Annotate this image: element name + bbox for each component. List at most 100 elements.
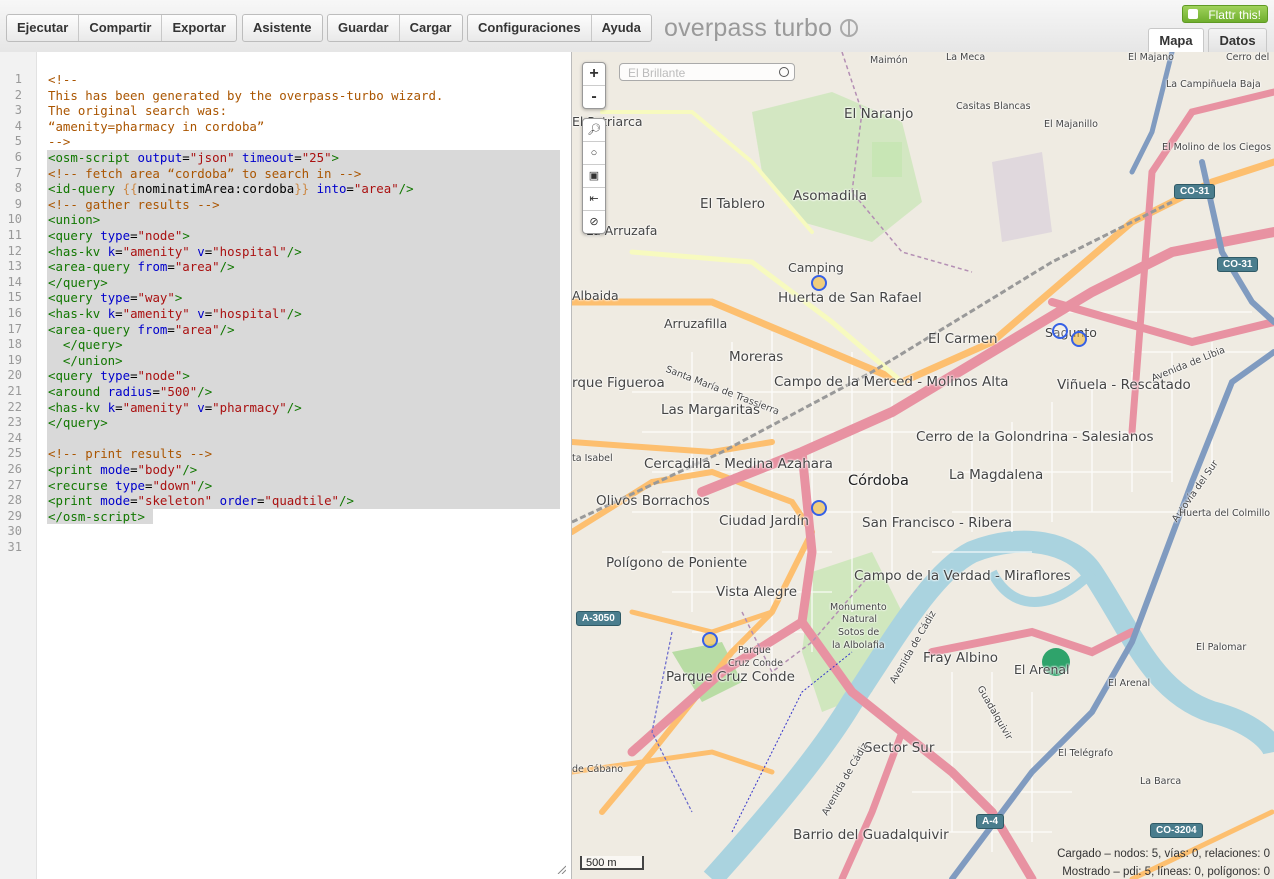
line-number: 20 — [7, 368, 22, 383]
line-number: 6 — [14, 150, 22, 164]
code-line[interactable]: <union> — [48, 212, 100, 228]
code-line[interactable]: <query type="node"> — [48, 368, 190, 384]
map-label: Cerro del — [1226, 52, 1270, 63]
code-line[interactable]: <has-kv k="amenity" v="hospital"/> — [48, 306, 302, 322]
locate-icon[interactable]: ○ — [583, 142, 605, 165]
flattr-button[interactable]: Flattr this! — [1182, 5, 1268, 23]
code-line[interactable]: <osm-script output="json" timeout="25"> — [48, 150, 339, 166]
code-line[interactable]: <around radius="500"/> — [48, 384, 212, 400]
code-line[interactable]: <print mode="skeleton" order="quadtile"/… — [48, 493, 354, 509]
code-line[interactable]: <area-query from="area"/> — [48, 259, 235, 275]
code-line[interactable]: <!-- fetch area “cordoba” to search in -… — [48, 166, 361, 182]
line-number: 3 — [14, 103, 22, 118]
map-label: El Majano — [1128, 52, 1174, 63]
code-line[interactable]: <!-- print results --> — [48, 446, 212, 462]
code-line[interactable]: <query type="node"> — [48, 228, 190, 244]
pharmacy-marker[interactable] — [1071, 331, 1087, 347]
code-line[interactable]: <recurse type="down"/> — [48, 478, 212, 494]
map-status: Cargado – nodos: 5, vías: 0, relaciones:… — [1057, 845, 1270, 879]
map-label: La Barca — [1140, 776, 1182, 787]
code-line[interactable]: </osm-script> — [48, 509, 145, 525]
line-number: 7 — [14, 165, 22, 180]
code-line[interactable]: </query> — [48, 275, 108, 291]
zoom-to-data-icon[interactable]: ⇤ — [583, 188, 605, 211]
map-label: Maimón — [870, 55, 908, 66]
pharmacy-marker[interactable] — [1052, 323, 1068, 339]
load-button[interactable]: Cargar — [400, 15, 462, 41]
code-line[interactable]: This has been generated by the overpass-… — [48, 88, 443, 104]
line-number: 24 — [7, 430, 22, 445]
map-search-input[interactable]: El Brillante — [619, 63, 795, 81]
logo-icon — [840, 19, 859, 37]
pharmacy-marker[interactable] — [702, 632, 718, 648]
map-label: El Arenal — [1108, 678, 1151, 689]
map-label: de Cábano — [572, 764, 624, 775]
map-label: Cercadilla - Medina Azahara — [644, 456, 833, 472]
wizard-button[interactable]: Asistente — [243, 15, 322, 41]
map-label: El Tablero — [700, 196, 765, 212]
run-button[interactable]: Ejecutar — [7, 15, 80, 41]
line-number: 15 — [7, 290, 22, 305]
pharmacy-marker[interactable] — [811, 500, 827, 516]
map-label: Las Margaritas — [661, 402, 761, 418]
map-label: La Magdalena — [949, 467, 1044, 483]
help-button[interactable]: Ayuda — [592, 15, 651, 41]
line-number: 13 — [7, 259, 22, 274]
line-number: 30 — [7, 524, 22, 539]
map-label: La Campiñuela Baja — [1166, 79, 1261, 90]
settings-group: Configuraciones Ayuda — [467, 14, 652, 42]
tab-data[interactable]: Datos — [1208, 28, 1267, 53]
zoom-control: + - — [582, 62, 606, 109]
road-shield: A-4 — [976, 814, 1005, 829]
app-title: overpass turbo — [664, 14, 833, 42]
zoom-out-button[interactable]: - — [583, 86, 605, 108]
code-line[interactable]: <query type="way"> — [48, 290, 182, 306]
code-editor[interactable]: 1 2 3 4 5 6 7 8 9 10 11 12 13 14 15 16 17 18 19 20 21 22 23 24 2… — [0, 52, 572, 879]
road-shield: CO-31 — [1217, 257, 1259, 272]
code-line[interactable]: --> — [48, 134, 70, 150]
line-number: 28 — [7, 493, 22, 508]
code-line[interactable]: <!-- gather results --> — [48, 197, 220, 213]
line-number: 17 — [7, 321, 22, 336]
code-line[interactable]: <has-kv k="amenity" v="hospital"/> — [48, 244, 302, 260]
map-label: Polígono de Poniente — [606, 555, 748, 571]
code-line[interactable]: </union> — [48, 353, 123, 369]
share-button[interactable]: Compartir — [79, 15, 163, 41]
code-line[interactable]: <!-- — [48, 72, 78, 88]
map-view[interactable]: Maimón La Meca El Majano Cerro del La Ca… — [572, 52, 1274, 879]
tab-map[interactable]: Mapa — [1148, 28, 1204, 53]
map-label: Sector Sur — [864, 740, 935, 756]
map-label: Parque Cruz Conde — [666, 669, 795, 685]
pharmacy-marker[interactable] — [811, 275, 827, 291]
code-line[interactable]: <area-query from="area"/> — [48, 322, 235, 338]
line-number: 22 — [7, 399, 22, 414]
code-line[interactable]: </query> — [48, 415, 108, 431]
zoom-in-button[interactable]: + — [583, 63, 605, 86]
screenshot-icon[interactable]: ▣ — [583, 165, 605, 188]
settings-button[interactable]: Configuraciones — [468, 15, 592, 41]
code-line[interactable]: <has-kv k="amenity" v="pharmacy"/> — [48, 400, 302, 416]
resize-handle-icon[interactable] — [556, 864, 566, 874]
map-label: Fray Albino — [923, 650, 999, 666]
line-number: 25 — [7, 446, 22, 461]
map-label: la Albolafia — [832, 640, 885, 651]
export-button[interactable]: Exportar — [162, 15, 235, 41]
save-button[interactable]: Guardar — [328, 15, 400, 41]
hide-data-icon[interactable]: ⊘ — [583, 211, 605, 233]
line-gutter: 1 2 3 4 5 6 7 8 9 10 11 12 13 14 15 16 17 18 19 20 21 22 23 24 2… — [0, 52, 37, 879]
code-line[interactable]: </query> — [48, 337, 123, 353]
code-line[interactable]: <print mode="body"/> — [48, 462, 197, 478]
run-group: Ejecutar Compartir Exportar — [6, 14, 237, 42]
line-number: 31 — [7, 540, 22, 554]
map-label: Albaida — [572, 288, 619, 303]
code-line[interactable]: The original search was: — [48, 103, 227, 119]
map-label: ta Isabel — [572, 453, 613, 464]
map-label: Sotos de — [838, 627, 880, 638]
map-label: Moreras — [729, 349, 784, 365]
code-line[interactable]: <id-query {{nominatimArea:cordoba}} into… — [48, 181, 414, 197]
line-number: 14 — [7, 274, 22, 289]
code-line[interactable]: “amenity=pharmacy in cordoba” — [48, 119, 264, 135]
search-location-icon[interactable]: 🔎︎ — [583, 119, 605, 142]
map-label: El Palomar — [1196, 642, 1247, 653]
road-shield: CO-3204 — [1150, 823, 1203, 838]
